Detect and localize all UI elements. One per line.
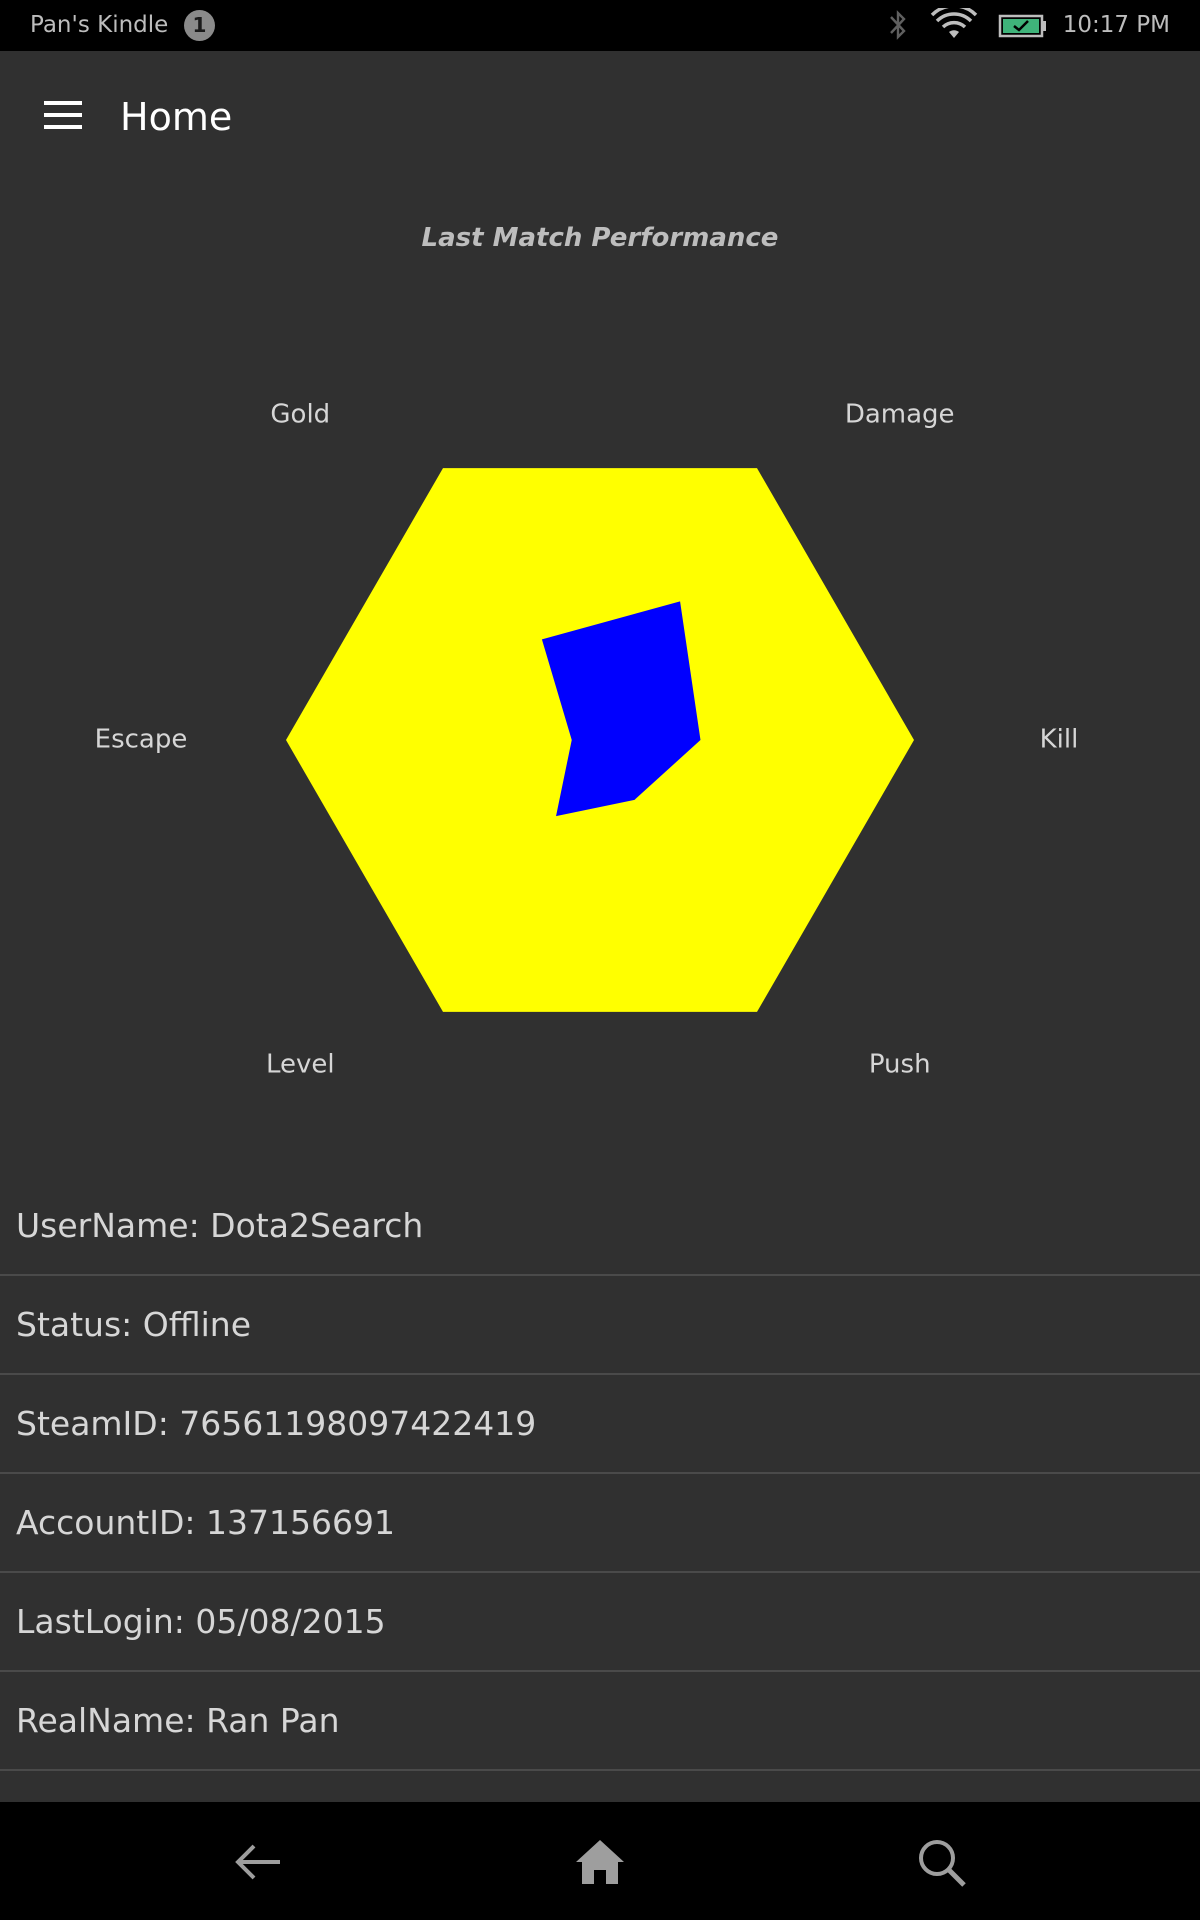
back-arrow-icon[interactable] (228, 1834, 288, 1890)
hamburger-menu-icon[interactable] (34, 91, 94, 141)
axis-label-level: Level (266, 1049, 335, 1079)
home-icon[interactable] (570, 1834, 630, 1890)
info-row[interactable]: RealName: Ran Pan (0, 1672, 1200, 1771)
info-row[interactable]: Status: Offline (0, 1276, 1200, 1375)
info-row[interactable]: SteamID: 76561198097422419 (0, 1375, 1200, 1474)
device-name: Pan's Kindle (30, 12, 169, 38)
status-time: 10:17 PM (1062, 12, 1170, 38)
wifi-icon (930, 4, 978, 46)
info-row[interactable]: LastLogin: 05/08/2015 (0, 1573, 1200, 1672)
axis-label-push: Push (869, 1049, 931, 1079)
axis-label-escape: Escape (95, 725, 188, 755)
profile-info-list: UserName: Dota2Search Status: Offline Stea… (0, 1177, 1200, 1802)
radar-svg: Kill Damage Gold Escape Level Push (95, 400, 1079, 1080)
axis-label-damage: Damage (845, 400, 955, 430)
navigation-bar (0, 1802, 1200, 1920)
app-bar: Home (0, 51, 1200, 183)
info-row[interactable]: UserName: Dota2Search (0, 1177, 1200, 1276)
performance-radar-chart: Last Match Performance Kill Damage Gold Esc… (0, 183, 1200, 1183)
bluetooth-icon (888, 8, 908, 46)
info-row[interactable]: AccountID: 137156691 (0, 1474, 1200, 1573)
search-icon[interactable] (912, 1834, 972, 1890)
page-title: Home (120, 95, 233, 139)
battery-icon (998, 8, 1048, 46)
notification-count-badge[interactable]: 1 (184, 10, 215, 41)
axis-label-kill: Kill (1040, 725, 1079, 755)
status-bar: Pan's Kindle 1 10:17 PM (0, 0, 1200, 51)
axis-label-gold: Gold (270, 400, 330, 430)
